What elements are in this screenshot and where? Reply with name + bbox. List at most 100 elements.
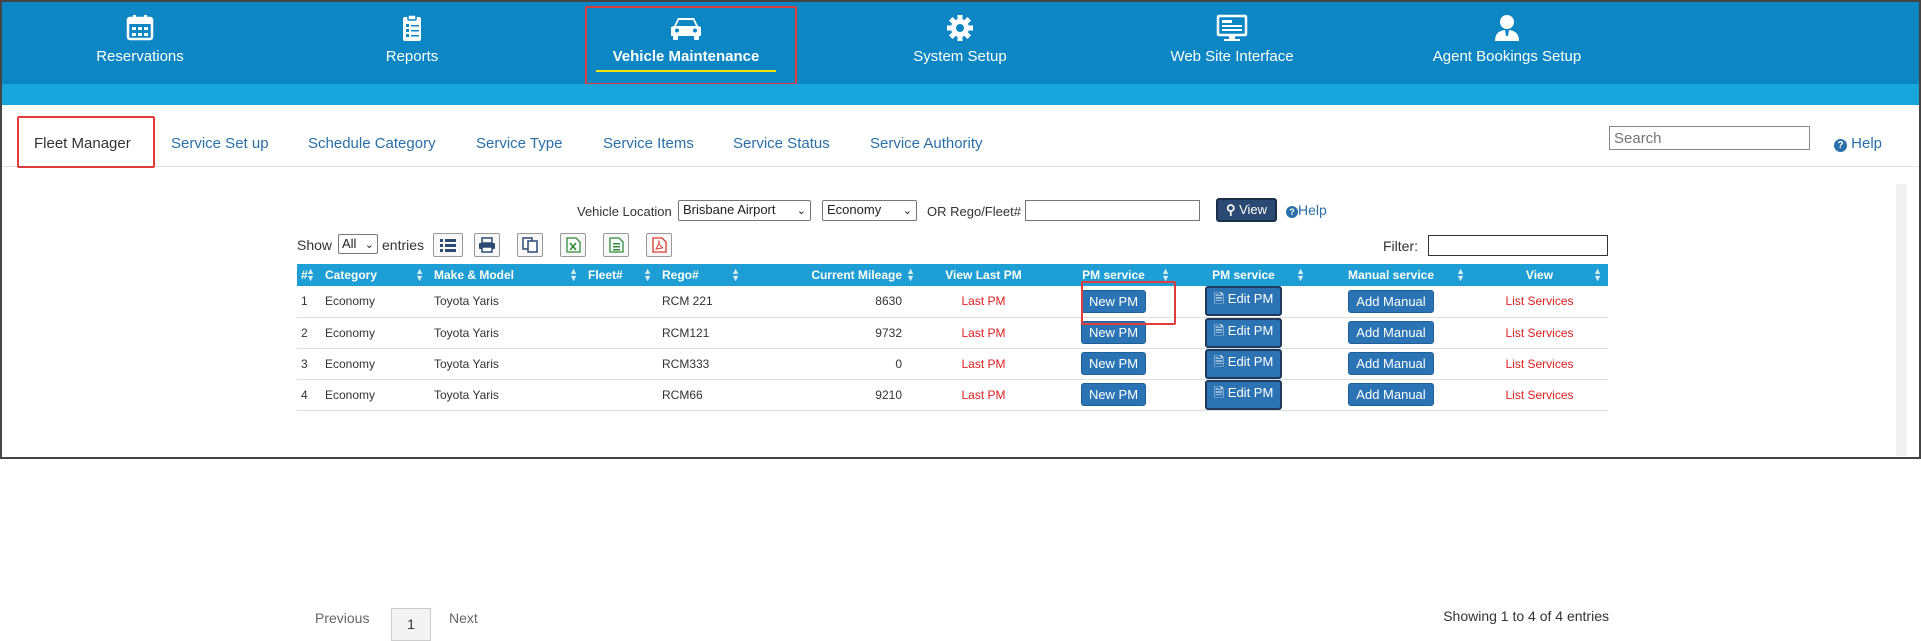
add-manual-button[interactable]: Add Manual xyxy=(1348,383,1434,406)
last-pm-link[interactable]: Last PM xyxy=(961,357,1005,371)
chevron-down-icon: ⌄ xyxy=(796,205,806,217)
column-header[interactable]: # ▲ ▼ xyxy=(297,264,321,286)
column-header[interactable]: Current Mileage ▲ ▼ xyxy=(746,264,916,286)
sort-icon: ▲ ▼ xyxy=(906,266,915,283)
edit-pm-button[interactable]: 🗎 Edit PM xyxy=(1204,348,1283,379)
nav-web-site-interface[interactable]: Web Site Interface xyxy=(1152,2,1312,84)
edit-pm-button[interactable]: 🗎 Edit PM xyxy=(1204,317,1283,348)
category-select[interactable]: Economy ⌄ xyxy=(822,200,917,221)
add-manual-button[interactable]: Add Manual xyxy=(1348,321,1434,344)
question-circle-icon: ? xyxy=(1286,206,1298,218)
sort-icon: ▲ ▼ xyxy=(569,266,578,283)
edit-pm-button[interactable]: 🗎 Edit PM xyxy=(1204,286,1283,317)
make-model-cell: Toyota Yaris xyxy=(434,325,499,340)
highlight-box-fleet-manager xyxy=(17,116,155,168)
nav-agent-bookings-setup[interactable]: Agent Bookings Setup xyxy=(1417,2,1597,84)
chevron-down-icon: ⌄ xyxy=(364,239,374,251)
column-header[interactable]: Manual service ▲ ▼ xyxy=(1311,264,1471,286)
edit-pm-button[interactable]: 🗎 Edit PM xyxy=(1204,379,1283,410)
subnav-service-set-up[interactable]: Service Set up xyxy=(171,135,269,152)
subnav-service-authority[interactable]: Service Authority xyxy=(870,135,983,152)
nav-system-setup[interactable]: System Setup xyxy=(880,2,1040,84)
filter-label: Filter: xyxy=(1383,238,1418,254)
rego-cell: RCM121 xyxy=(662,325,710,340)
list-services-link[interactable]: List Services xyxy=(1505,388,1573,402)
make-model-cell: Toyota Yaris xyxy=(434,356,499,371)
rego-fleet-input[interactable] xyxy=(1025,200,1200,221)
nav-label: Reservations xyxy=(96,48,184,65)
pagination-summary: Showing 1 to 4 of 4 entries xyxy=(1443,608,1609,624)
rego-cell: RCM66 xyxy=(662,387,703,402)
sort-icon: ▲ ▼ xyxy=(415,266,424,283)
vehicle-location-label: Vehicle Location xyxy=(577,204,672,219)
nav-label: Agent Bookings Setup xyxy=(1432,48,1582,65)
table-row: 4 Economy Toyota Yaris RCM66 9210 Last P… xyxy=(297,379,1608,410)
subnav-service-type[interactable]: Service Type xyxy=(476,135,562,152)
fleet-table: # ▲ ▼ Category ▲ ▼ Make & Model ▲ ▼ Fleet# ▲ ▼ R… xyxy=(297,264,1608,411)
new-pm-button[interactable]: New PM xyxy=(1080,352,1147,375)
list-services-link[interactable]: List Services xyxy=(1505,294,1573,308)
list-services-link[interactable]: List Services xyxy=(1505,357,1573,371)
page-number-button[interactable]: 1 xyxy=(391,608,431,641)
chevron-down-icon: ⌄ xyxy=(902,205,912,217)
column-header[interactable]: PM service ▲ ▼ xyxy=(1176,264,1311,286)
csv-export-button[interactable] xyxy=(603,233,629,257)
filter-input[interactable] xyxy=(1428,235,1608,256)
row-number: 3 xyxy=(301,356,308,371)
new-pm-button[interactable]: New PM xyxy=(1080,383,1147,406)
print-button[interactable] xyxy=(474,233,500,257)
copy-button[interactable] xyxy=(517,233,543,257)
previous-page-link[interactable]: Previous xyxy=(315,610,369,626)
excel-export-button[interactable] xyxy=(560,233,586,257)
last-pm-link[interactable]: Last PM xyxy=(961,294,1005,308)
column-header[interactable]: Rego# ▲ ▼ xyxy=(658,264,746,286)
filter-help-link[interactable]: ? Help xyxy=(1286,202,1327,218)
column-header[interactable]: View Last PM xyxy=(916,264,1051,286)
column-header[interactable]: Category ▲ ▼ xyxy=(321,264,430,286)
last-pm-link[interactable]: Last PM xyxy=(961,326,1005,340)
sort-icon: ▲ ▼ xyxy=(306,266,315,283)
subnav-service-items[interactable]: Service Items xyxy=(603,135,694,152)
nav-reports[interactable]: Reports xyxy=(332,2,492,84)
category-cell: Economy xyxy=(325,325,376,340)
top-navigation: Reservations Reports Vehicle Maintenance xyxy=(2,2,1919,84)
document-icon: 🗎 xyxy=(1213,353,1228,369)
rego-label: OR Rego/Fleet# xyxy=(927,204,1021,219)
sort-icon: ▲ ▼ xyxy=(1161,266,1170,283)
column-header[interactable]: View ▲ ▼ xyxy=(1471,264,1608,286)
view-button[interactable]: ⚲ View xyxy=(1216,198,1277,222)
last-pm-link[interactable]: Last PM xyxy=(961,388,1005,402)
next-page-link[interactable]: Next xyxy=(449,610,478,626)
search-input[interactable] xyxy=(1609,126,1810,150)
vertical-scrollbar[interactable] xyxy=(1896,184,1907,456)
mileage-cell: 9732 xyxy=(875,325,902,340)
question-circle-icon: ? xyxy=(1834,139,1847,152)
gear-icon xyxy=(947,15,973,41)
fleet-cell xyxy=(584,379,658,410)
row-number: 4 xyxy=(301,387,308,402)
mileage-cell: 8630 xyxy=(875,294,902,309)
print-icon xyxy=(479,237,495,253)
csv-file-icon xyxy=(609,237,624,253)
table-row: 1 Economy Toyota Yaris RCM 221 8630 Last… xyxy=(297,286,1608,317)
pdf-file-icon xyxy=(652,237,667,253)
sort-icon: ▲ ▼ xyxy=(1296,266,1305,283)
help-link[interactable]: ? Help xyxy=(1834,135,1882,152)
make-model-cell: Toyota Yaris xyxy=(434,294,499,309)
vehicle-location-select[interactable]: Brisbane Airport ⌄ xyxy=(678,200,811,221)
add-manual-button[interactable]: Add Manual xyxy=(1348,289,1434,313)
subnav-schedule-category[interactable]: Schedule Category xyxy=(308,135,436,152)
list-services-link[interactable]: List Services xyxy=(1505,326,1573,340)
show-entries-select[interactable]: All ⌄ xyxy=(338,234,378,254)
add-manual-button[interactable]: Add Manual xyxy=(1348,352,1434,375)
sort-icon: ▲ ▼ xyxy=(643,266,652,283)
rego-cell: RCM333 xyxy=(662,356,710,371)
row-number: 1 xyxy=(301,294,308,309)
column-visibility-button[interactable] xyxy=(433,233,463,257)
column-header[interactable]: Make & Model ▲ ▼ xyxy=(430,264,584,286)
column-header[interactable]: Fleet# ▲ ▼ xyxy=(584,264,658,286)
pdf-export-button[interactable] xyxy=(646,233,672,257)
nav-reservations[interactable]: Reservations xyxy=(60,2,220,84)
mileage-cell: 0 xyxy=(895,356,902,371)
subnav-service-status[interactable]: Service Status xyxy=(733,135,830,152)
